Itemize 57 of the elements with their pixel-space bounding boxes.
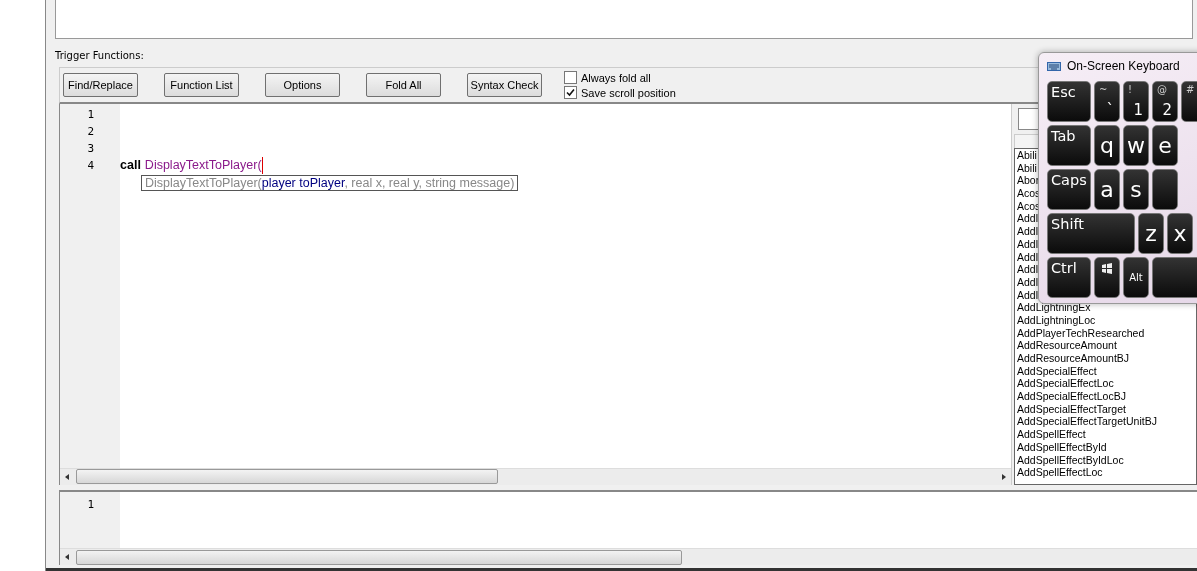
function-list-item[interactable]: AddSpecialEffectTarget <box>1017 402 1196 416</box>
function-list-item[interactable]: AddResourceAmountBJ <box>1017 352 1196 365</box>
key[interactable]: @ 2 <box>1152 81 1178 122</box>
key[interactable] <box>1152 169 1178 210</box>
line-number: 2 <box>86 124 95 141</box>
function-list-item[interactable]: AddPlayerTechResearched <box>1017 326 1196 340</box>
checkbox[interactable] <box>564 71 577 85</box>
search-field[interactable] <box>1018 108 1040 131</box>
key[interactable]: a <box>1094 169 1120 210</box>
key[interactable]: Caps <box>1047 169 1091 210</box>
signature-tooltip: DisplayTextToPlayer(player toPlayer, real x, real y, string message) <box>141 175 519 192</box>
key[interactable]: w <box>1123 125 1149 166</box>
windows-logo-icon <box>1101 263 1113 275</box>
horizontal-scrollbar[interactable] <box>60 548 1197 565</box>
line-number: 1 <box>86 496 95 513</box>
function-list-item[interactable]: AddSpecialEffectTargetUnitBJ <box>1017 415 1196 429</box>
key[interactable]: s <box>1123 169 1149 210</box>
key[interactable]: Shift <box>1047 213 1135 254</box>
function-list-item[interactable]: AddSpellEffectLoc <box>1017 466 1196 479</box>
key[interactable]: x <box>1167 213 1193 254</box>
function-list-item[interactable]: AddSpecialEffect <box>1017 364 1196 378</box>
key[interactable]: q <box>1094 125 1120 166</box>
key[interactable]: Esc <box>1047 81 1091 122</box>
key[interactable] <box>1094 257 1120 298</box>
function-list-item[interactable]: AddSpecialEffectLoc <box>1017 377 1196 391</box>
window-title: On-Screen Keyboard <box>1067 59 1180 73</box>
checkbox-label: Save scroll position <box>581 86 676 99</box>
checkbox[interactable] <box>564 86 577 100</box>
section-label: Trigger Functions: <box>55 48 144 63</box>
text-area[interactable] <box>55 0 1193 39</box>
function-list-item[interactable]: AddSpecialEffectLocBJ <box>1017 390 1196 403</box>
function-list-item[interactable]: AddResourceAmount <box>1017 339 1196 353</box>
keyboard-icon <box>1047 61 1061 71</box>
function-list-item[interactable]: AddSpellEffectByIdLoc <box>1017 453 1196 467</box>
checkbox-label: Always fold all <box>581 71 651 84</box>
toolbar-button[interactable]: Syntax Check <box>467 73 542 98</box>
function-list-item[interactable]: AddLightningLoc <box>1017 313 1196 327</box>
key[interactable]: ! 1 <box>1123 81 1149 122</box>
code-line: call DisplayTextToPlayer( <box>120 157 263 175</box>
key[interactable]: # <box>1181 81 1197 122</box>
key[interactable]: e <box>1152 125 1178 166</box>
toolbar-button[interactable]: Function List <box>164 73 239 98</box>
key[interactable]: ~ ` <box>1094 81 1120 122</box>
line-number: 1 <box>86 107 95 124</box>
function-list-item[interactable]: AddSpellEffectById <box>1017 440 1196 454</box>
function-list-item[interactable]: AddLightningEx <box>1017 301 1196 314</box>
key[interactable]: z <box>1138 213 1164 254</box>
key[interactable]: Tab <box>1047 125 1091 166</box>
toolbar-button[interactable]: Options <box>265 73 340 98</box>
space-key[interactable] <box>1152 257 1197 298</box>
toolbar-button[interactable]: Find/Replace <box>63 73 138 98</box>
function-list-item[interactable]: AddSpellEffect <box>1017 428 1196 441</box>
toolbar-button[interactable]: Fold All <box>366 73 441 98</box>
line-number: 3 <box>86 141 95 158</box>
key[interactable]: Alt <box>1123 257 1149 298</box>
line-number: 4 <box>86 158 95 175</box>
key[interactable]: Ctrl <box>1047 257 1091 298</box>
